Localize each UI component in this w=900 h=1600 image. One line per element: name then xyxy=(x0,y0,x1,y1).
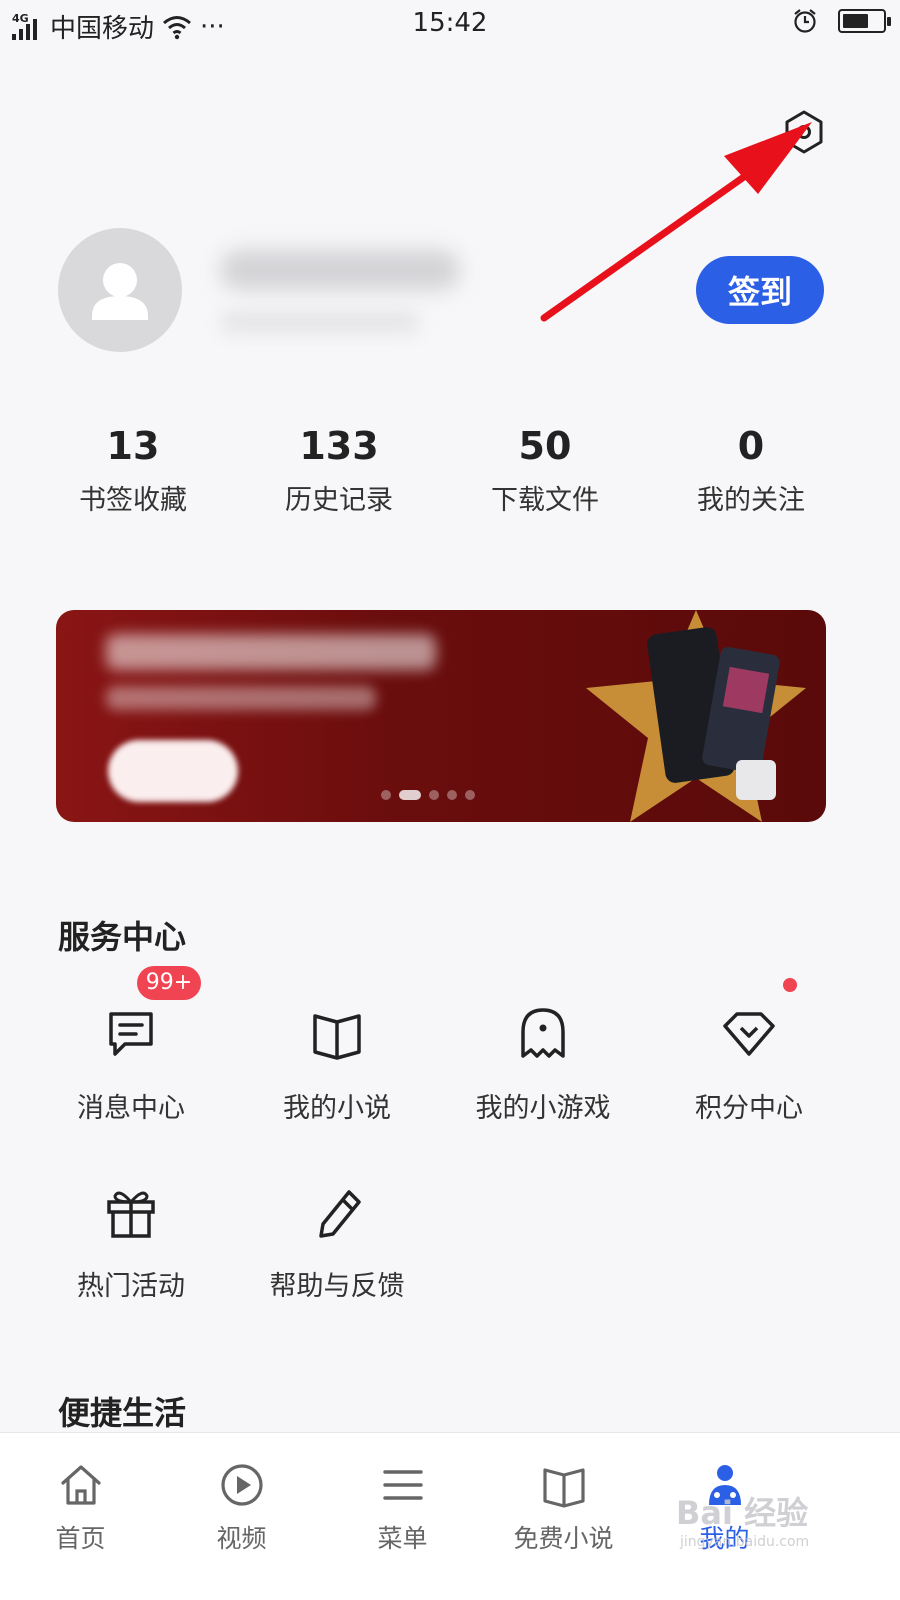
default-avatar-icon xyxy=(92,263,148,320)
service-label: 我的小说 xyxy=(283,1093,391,1124)
battery-icon xyxy=(838,9,891,33)
service-label: 我的小游戏 xyxy=(475,1093,611,1124)
stat-following[interactable]: 0 我的关注 xyxy=(648,418,854,517)
status-right xyxy=(792,8,891,34)
status-bar: 4G 中国移动 ··· 15:42 xyxy=(0,0,900,50)
service-my-novels[interactable]: 我的小说 xyxy=(234,1004,440,1125)
service-my-minigames[interactable]: 我的小游戏 xyxy=(440,1004,646,1125)
unread-badge: 99+ xyxy=(137,966,201,1000)
notification-dot xyxy=(783,978,797,992)
watermark-sub: jingyan.baidu.com xyxy=(680,1534,810,1550)
nav-home[interactable]: 首页 xyxy=(0,1433,161,1600)
nav-menu[interactable]: 菜单 xyxy=(322,1433,483,1600)
pagination-dot xyxy=(399,790,421,800)
avatar[interactable] xyxy=(58,228,182,352)
pagination-dot xyxy=(381,790,391,800)
ghost-icon xyxy=(521,1008,565,1058)
play-icon xyxy=(220,1464,263,1506)
status-time: 15:42 xyxy=(412,8,488,38)
nav-label: 视频 xyxy=(216,1524,267,1553)
nav-video[interactable]: 视频 xyxy=(161,1433,322,1600)
home-icon xyxy=(60,1465,101,1505)
gift-icon xyxy=(107,1191,155,1238)
banner-product-image xyxy=(586,610,806,822)
banner-subtitle-blurred xyxy=(106,686,376,710)
book-icon xyxy=(313,1014,361,1060)
service-message-center[interactable]: 99+ 消息中心 xyxy=(28,966,234,1125)
baidu-watermark: Bai 经验 jingyan.baidu.com xyxy=(676,1488,846,1558)
pagination-dot xyxy=(465,790,475,800)
pagination-dot xyxy=(429,790,439,800)
message-icon xyxy=(109,1012,153,1056)
promo-banner[interactable] xyxy=(56,610,826,822)
stat-label: 下载文件 xyxy=(491,485,599,516)
settings-button[interactable] xyxy=(780,108,828,156)
service-label: 热门活动 xyxy=(77,1271,185,1302)
stat-label: 历史记录 xyxy=(285,485,393,516)
nav-label: 免费小说 xyxy=(513,1524,614,1553)
banner-cta-button[interactable] xyxy=(108,740,238,802)
stat-label: 我的关注 xyxy=(697,485,805,516)
stat-value: 13 xyxy=(106,424,160,468)
nav-label: 首页 xyxy=(55,1524,106,1553)
pagination-dot xyxy=(447,790,457,800)
book-icon xyxy=(542,1468,585,1508)
pencil-icon xyxy=(319,1190,361,1238)
service-label: 积分中心 xyxy=(695,1093,803,1124)
service-label: 帮助与反馈 xyxy=(269,1271,405,1302)
settings-hexagon-icon xyxy=(785,110,823,154)
stat-value: 50 xyxy=(518,424,572,468)
stat-bookmarks[interactable]: 13 书签收藏 xyxy=(30,418,236,517)
banner-pagination xyxy=(381,790,475,800)
convenient-life-title: 便捷生活 xyxy=(58,1394,187,1432)
service-label: 消息中心 xyxy=(77,1093,185,1124)
stat-downloads[interactable]: 50 下载文件 xyxy=(442,418,648,517)
nav-free-novels[interactable]: 免费小说 xyxy=(483,1433,644,1600)
stats-row: 13 书签收藏 133 历史记录 50 下载文件 0 我的关注 xyxy=(30,418,854,517)
menu-icon xyxy=(382,1470,423,1500)
stat-value: 133 xyxy=(299,424,379,468)
stat-label: 书签收藏 xyxy=(79,485,187,516)
watermark-main: Bai 经验 xyxy=(676,1494,809,1532)
banner-headline-blurred xyxy=(106,634,436,670)
signin-button[interactable]: 签到 xyxy=(696,256,824,324)
service-hot-events[interactable]: 热门活动 xyxy=(28,1182,234,1303)
service-help-feedback[interactable]: 帮助与反馈 xyxy=(234,1182,440,1303)
service-center-title: 服务中心 xyxy=(58,918,187,956)
username-blurred[interactable] xyxy=(200,210,490,360)
nav-label: 菜单 xyxy=(377,1524,428,1553)
diamond-icon xyxy=(723,1012,775,1056)
alarm-icon xyxy=(794,9,816,33)
service-points-center[interactable]: 积分中心 xyxy=(646,978,852,1125)
stat-value: 0 xyxy=(737,424,765,468)
stat-history[interactable]: 133 历史记录 xyxy=(236,418,442,517)
